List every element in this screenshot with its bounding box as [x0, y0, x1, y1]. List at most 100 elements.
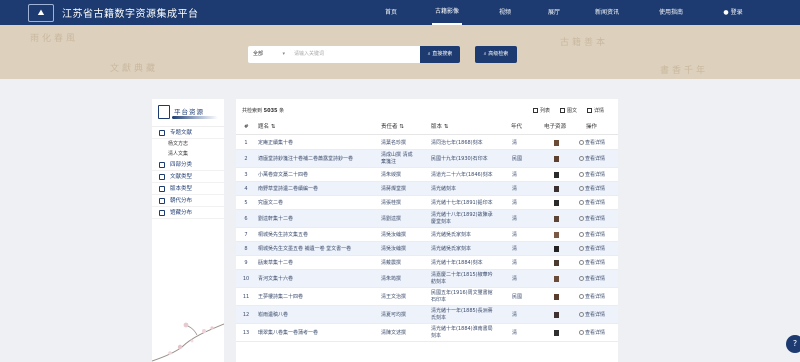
table-row[interactable]: 1 定庵正續集十卷 清葉名珍撰 清同治七年(1868)刻本 清 查看详情 [236, 136, 618, 150]
layers-icon [159, 186, 165, 192]
row-author: 清朱綬撰 [381, 172, 402, 178]
sidebar-item-doc-type[interactable]: 文献类型 [152, 171, 224, 183]
book-thumbnail[interactable] [554, 232, 559, 238]
row-title[interactable]: 南野草堂詩遺二卷續編一卷 [258, 186, 318, 193]
row-title[interactable]: 小萬卷齋文藁二十四卷 [258, 172, 308, 179]
help-button[interactable]: ? [786, 335, 800, 353]
row-title[interactable]: 定庵正續集十卷 [258, 140, 293, 147]
row-era: 清 [512, 232, 518, 238]
row-title[interactable]: 桐城吳先生詩文集五卷 [258, 232, 308, 239]
table-row[interactable]: 7 桐城吳先生詩文集五卷 清吳汝綸撰 清光緒吳氏家刻本 清 查看详情 [236, 228, 618, 242]
row-title[interactable]: 青河文集十六卷 [258, 276, 293, 283]
user-icon: ● [723, 9, 729, 16]
nav-exhibition[interactable]: 展厅 [544, 0, 564, 25]
book-thumbnail[interactable] [554, 312, 559, 318]
sidebar-item-dynasty[interactable]: 朝代分布 [152, 195, 224, 207]
row-title[interactable]: 王夢樓詩集二十四卷 [258, 294, 303, 301]
view-detail-link[interactable]: 查看详情 [579, 200, 605, 207]
row-era: 清 [512, 246, 518, 252]
row-title[interactable]: 適廬堂詩鈔箋注十卷補二卷蕭露堂詩鈔一卷 [258, 156, 353, 163]
col-title[interactable]: 题名 ⇅ [258, 120, 275, 135]
view-detail-label: 查看详情 [585, 156, 606, 162]
row-author: 清夏可均撰 [381, 312, 407, 318]
book-thumbnail[interactable] [554, 330, 559, 336]
row-title[interactable]: 環翠集八卷集一卷蒲考一卷 [258, 330, 318, 337]
book-thumbnail[interactable] [554, 186, 559, 192]
book-thumbnail[interactable] [554, 294, 559, 300]
table-row[interactable]: 9 甌東草集十二卷 清戴震撰 清光緒十年(1884)刻本 清 查看详情 [236, 256, 618, 270]
sidebar-item-four-branches[interactable]: 四部分类 [152, 159, 224, 171]
row-title[interactable]: 桐城吳先生文墨五卷 補遺一卷 堂文書一卷 [258, 246, 351, 253]
sidebar-subitem-qing-collections[interactable]: 清人文集 [152, 149, 224, 159]
view-detail-link[interactable]: 查看详情 [579, 186, 605, 193]
view-detail-label: 查看详情 [585, 276, 606, 282]
col-edition[interactable]: 版本 ⇅ [431, 120, 448, 135]
view-list-label: 列表 [539, 108, 550, 114]
view-image-button[interactable]: 图文 [559, 107, 577, 114]
eye-icon [579, 246, 584, 251]
eye-icon [579, 276, 584, 281]
book-thumbnail[interactable] [554, 246, 559, 252]
view-detail-link[interactable]: 查看详情 [579, 330, 605, 337]
book-thumbnail[interactable] [554, 172, 559, 178]
nav-home[interactable]: 首页 [380, 0, 402, 25]
sidebar-item-label: 四部分类 [170, 162, 193, 168]
sidebar-subitem-gazetteer[interactable]: 杨文方志 [152, 139, 224, 149]
nav-guide[interactable]: 使用指南 [655, 0, 687, 25]
view-detail-link[interactable]: 查看详情 [579, 294, 605, 301]
book-thumbnail[interactable] [554, 156, 559, 162]
view-detail-link[interactable]: 查看详情 [579, 172, 605, 179]
table-row[interactable]: 12 崧雨遺稿八卷 清夏可均撰 清光緒十一年(1885)長洲蔣 氏刻本 清 查看详情 [236, 306, 618, 324]
row-title[interactable]: 甌東草集十二卷 [258, 260, 293, 267]
table-row[interactable]: 11 王夢樓詩集二十四卷 清王文治撰 民國五年(1916)周文璽書館 石印本 民國 查看详… [236, 288, 618, 306]
nav-login[interactable]: ● 登录 [720, 0, 746, 25]
banner-calligraphy: 文獻典藏 [110, 64, 159, 74]
table-row[interactable]: 8 桐城吳先生文墨五卷 補遺一卷 堂文書一卷 清吳汝綸撰 清光緒吳氏家刻本 清 查看详情 [236, 242, 618, 256]
sidebar-item-collection[interactable]: 馆藏分布 [152, 207, 224, 219]
row-title[interactable]: 劉逵軒集十二卷 [258, 216, 293, 223]
view-detail-link[interactable]: 查看详情 [579, 246, 605, 253]
row-title[interactable]: 崧雨遺稿八卷 [258, 312, 288, 319]
search-button[interactable]: ⌕ 直接搜索 [420, 46, 460, 63]
search-input[interactable]: 请输入关键词 [288, 46, 420, 63]
book-icon [158, 105, 170, 119]
view-detail-button[interactable]: 详情 [586, 107, 604, 114]
table-row[interactable]: 4 南野草堂詩遺二卷續編一卷 清蔣燦堂撰 清光緒刻本 清 查看详情 [236, 182, 618, 196]
row-edition: 清光緒十年(1884)刻本 [431, 260, 483, 266]
nav-ancient-images[interactable]: 古籍影像 [432, 0, 462, 25]
book-thumbnail[interactable] [554, 140, 559, 146]
row-era: 清 [512, 216, 518, 222]
eye-icon [579, 294, 584, 299]
view-detail-link[interactable]: 查看详情 [579, 232, 605, 239]
book-thumbnail[interactable] [554, 216, 559, 222]
row-era: 清 [512, 276, 518, 282]
main-nav: 首页 古籍影像 视频 展厅 新闻资讯 使用指南 ● 登录 [0, 0, 800, 25]
row-title[interactable]: 究廬文二卷 [258, 200, 283, 207]
view-list-button[interactable]: 列表 [532, 107, 550, 114]
advanced-search-label: 高级检索 [488, 51, 509, 57]
nav-news[interactable]: 新闻资讯 [591, 0, 623, 25]
table-row[interactable]: 3 小萬卷齋文藁二十四卷 清朱綬撰 清道光二十六年(1846)刻本 清 查看详情 [236, 168, 618, 182]
sidebar-item-edition-type[interactable]: 版本类型 [152, 183, 224, 195]
row-author: 清王文治撰 [381, 294, 407, 300]
advanced-search-button[interactable]: ⌕ 高级检索 [475, 46, 517, 63]
view-detail-link[interactable]: 查看详情 [579, 260, 605, 267]
view-detail-link[interactable]: 查看详情 [579, 140, 605, 147]
book-thumbnail[interactable] [554, 260, 559, 266]
view-detail-link[interactable]: 查看详情 [579, 312, 605, 319]
table-row[interactable]: 10 青河文集十六卷 清朱筠撰 清嘉慶二十年(1815)椒華吟 舫刻本 清 查看详情 [236, 270, 618, 288]
table-row[interactable]: 13 環翠集八卷集一卷蒲考一卷 清陳文述撰 清光緒十年(1884)淮南書局 刻本 清 查看… [236, 324, 618, 342]
col-author[interactable]: 责任者 ⇅ [381, 120, 404, 135]
table-row[interactable]: 6 劉逵軒集十二卷 清劉逵撰 清光緒十八年(1892)故陳承 慶堂刻本 清 查看详情 [236, 210, 618, 228]
view-detail-link[interactable]: 查看详情 [579, 156, 605, 163]
table-row[interactable]: 2 適廬堂詩鈔箋注十卷補二卷蕭露堂詩鈔一卷 清成山撰 清成 棄箋注 民國十九年(193… [236, 150, 618, 168]
eye-icon [579, 260, 584, 265]
book-thumbnail[interactable] [554, 200, 559, 206]
sidebar-item-special[interactable]: 专题文献 [152, 127, 224, 139]
table-row[interactable]: 5 究廬文二卷 清張桂撰 清光緒十七年(1891)鉛印本 清 查看详情 [236, 196, 618, 210]
view-detail-link[interactable]: 查看详情 [579, 216, 605, 223]
search-scope-select[interactable]: 全部 ▾ [248, 46, 288, 63]
nav-video[interactable]: 视频 [495, 0, 515, 25]
book-thumbnail[interactable] [554, 276, 559, 282]
view-detail-link[interactable]: 查看详情 [579, 276, 605, 283]
